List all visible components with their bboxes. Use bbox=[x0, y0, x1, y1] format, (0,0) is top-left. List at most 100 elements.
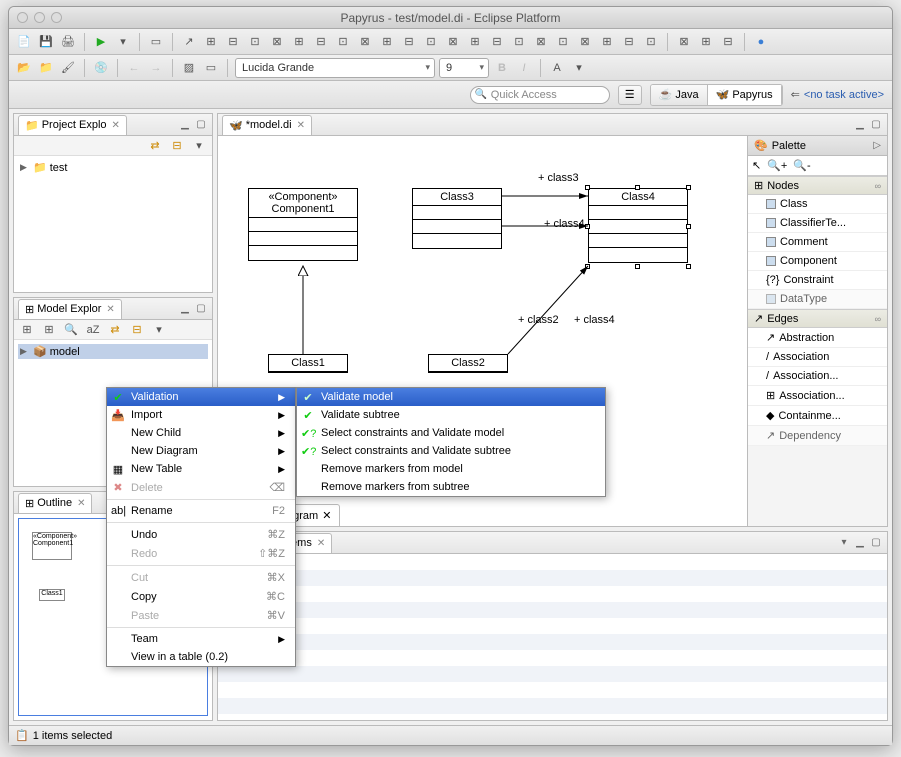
ctx-new-child[interactable]: New Child▶ bbox=[107, 424, 295, 442]
tool-icon[interactable]: ▾ bbox=[570, 59, 588, 77]
palette-item[interactable]: Comment bbox=[748, 233, 887, 252]
problems-table[interactable] bbox=[218, 554, 887, 720]
palette-item[interactable]: {?}Constraint bbox=[748, 271, 887, 290]
tool-icon[interactable]: ⊟ bbox=[620, 33, 638, 51]
palette-item[interactable]: ◆Containme... bbox=[748, 406, 887, 426]
line-color-icon[interactable]: ▭ bbox=[202, 59, 220, 77]
maximize-view-icon[interactable]: ▢ bbox=[194, 118, 208, 132]
view-menu-icon[interactable]: ▾ bbox=[837, 536, 851, 550]
palette-item[interactable]: DataType bbox=[748, 290, 887, 309]
ctx-remove-markers-subtree[interactable]: Remove markers from subtree bbox=[297, 478, 605, 496]
tool-icon[interactable]: ⊞ bbox=[466, 33, 484, 51]
uml-class4[interactable]: Class4 bbox=[588, 188, 688, 263]
ctx-new-table[interactable]: ▦New Table▶ bbox=[107, 460, 295, 478]
palette-item[interactable]: ↗Abstraction bbox=[748, 328, 887, 348]
tool-icon[interactable]: ↗ bbox=[180, 33, 198, 51]
ctx-import[interactable]: 📥Import▶ bbox=[107, 406, 295, 424]
ctx-delete[interactable]: ✖Delete⌫ bbox=[107, 478, 295, 497]
tool-icon[interactable]: ⊠ bbox=[532, 33, 550, 51]
collapse-icon[interactable]: ⊟ bbox=[128, 321, 146, 339]
palette-item[interactable]: Component bbox=[748, 252, 887, 271]
tool-icon[interactable]: ⊞ bbox=[40, 321, 58, 339]
expand-icon[interactable]: ▶ bbox=[20, 346, 30, 357]
ctx-copy[interactable]: Copy⌘C bbox=[107, 587, 295, 606]
tool-icon[interactable]: ⊠ bbox=[268, 33, 286, 51]
assoc-end-label[interactable]: + class2 bbox=[518, 314, 559, 326]
tool-icon[interactable]: ⊟ bbox=[400, 33, 418, 51]
ctx-paste[interactable]: Paste⌘V bbox=[107, 606, 295, 625]
run-external-icon[interactable]: ▾ bbox=[114, 33, 132, 51]
uml-class1[interactable]: Class1 bbox=[268, 354, 348, 373]
select-tool-icon[interactable]: ↖ bbox=[752, 159, 761, 172]
ctx-validate-subtree[interactable]: ✔Validate subtree bbox=[297, 406, 605, 424]
perspective-papyrus[interactable]: 🦋Papyrus bbox=[708, 85, 782, 105]
tool-icon[interactable]: ⊟ bbox=[488, 33, 506, 51]
collapse-all-icon[interactable]: ⊟ bbox=[168, 137, 186, 155]
brush-icon[interactable]: 🖌 bbox=[59, 59, 77, 77]
tool-icon[interactable]: ▭ bbox=[147, 33, 165, 51]
link-editor-icon[interactable]: ⇄ bbox=[146, 137, 164, 155]
expand-icon[interactable]: ▶ bbox=[20, 162, 30, 173]
fill-color-icon[interactable]: ▨ bbox=[180, 59, 198, 77]
tool-icon[interactable]: ⊡ bbox=[554, 33, 572, 51]
perspective-java[interactable]: ☕Java bbox=[651, 85, 708, 105]
ctx-team[interactable]: Team▶ bbox=[107, 630, 295, 648]
close-icon[interactable]: ✕ bbox=[297, 120, 305, 131]
palette-item[interactable]: /Association bbox=[748, 348, 887, 367]
editor-tab[interactable]: 🦋*model.di✕ bbox=[222, 115, 312, 135]
maximize-view-icon[interactable]: ▢ bbox=[194, 302, 208, 316]
tool-icon[interactable]: ⊞ bbox=[290, 33, 308, 51]
project-explorer-tab[interactable]: 📁Project Explo✕ bbox=[18, 115, 127, 135]
model-explorer-tab[interactable]: ⊞Model Explor✕ bbox=[18, 299, 122, 319]
ctx-select-validate-subtree[interactable]: ✔?Select constraints and Validate subtre… bbox=[297, 442, 605, 460]
minimize-view-icon[interactable]: ▁ bbox=[178, 302, 192, 316]
ctx-validation[interactable]: ✔Validation▶ bbox=[107, 388, 295, 406]
palette-item[interactable]: Class bbox=[748, 195, 887, 214]
link-editor-icon[interactable]: ⇄ bbox=[106, 321, 124, 339]
tool-icon[interactable]: ⊟ bbox=[312, 33, 330, 51]
font-family-combo[interactable]: Lucida Grande bbox=[235, 58, 435, 78]
project-explorer-tree[interactable]: ▶📁test bbox=[14, 156, 212, 292]
cd-icon[interactable]: 💿 bbox=[92, 59, 110, 77]
save-all-icon[interactable]: 🖨 bbox=[59, 33, 77, 51]
ctx-undo[interactable]: Undo⌘Z bbox=[107, 525, 295, 544]
tool-icon[interactable]: ⊡ bbox=[334, 33, 352, 51]
close-icon[interactable]: ✕ bbox=[322, 509, 331, 522]
maximize-view-icon[interactable]: ▢ bbox=[869, 536, 883, 550]
bold-icon[interactable]: B bbox=[493, 59, 511, 77]
tree-item-model[interactable]: ▶📦model bbox=[18, 344, 208, 359]
outline-tab[interactable]: ⊞Outline✕ bbox=[18, 493, 92, 513]
italic-icon[interactable]: I bbox=[515, 59, 533, 77]
palette-item[interactable]: /Association... bbox=[748, 367, 887, 386]
ctx-rename[interactable]: ab|RenameF2 bbox=[107, 502, 295, 520]
palette-item[interactable]: ClassifierTe... bbox=[748, 214, 887, 233]
minimize-view-icon[interactable]: ▁ bbox=[853, 536, 867, 550]
palette-item[interactable]: ↗Dependency bbox=[748, 426, 887, 446]
close-icon[interactable]: ✕ bbox=[112, 120, 120, 131]
font-color-icon[interactable]: A bbox=[548, 59, 566, 77]
minimize-view-icon[interactable]: ▁ bbox=[853, 118, 867, 132]
tool-icon[interactable]: ⊡ bbox=[422, 33, 440, 51]
open-icon[interactable]: 📂 bbox=[15, 59, 33, 77]
uml-class3[interactable]: Class3 bbox=[412, 188, 502, 249]
ctx-redo[interactable]: Redo⇧⌘Z bbox=[107, 544, 295, 563]
tool-icon[interactable]: ⊠ bbox=[576, 33, 594, 51]
task-active-link[interactable]: <no task active> bbox=[791, 88, 884, 101]
close-icon[interactable]: ✕ bbox=[317, 538, 325, 549]
tool-icon[interactable]: ⊟ bbox=[719, 33, 737, 51]
save-icon[interactable]: 💾 bbox=[37, 33, 55, 51]
ctx-validate-model[interactable]: ✔Validate model bbox=[297, 388, 605, 406]
font-size-combo[interactable]: 9 bbox=[439, 58, 489, 78]
palette-category-edges[interactable]: ↗Edges∞ bbox=[748, 309, 887, 328]
view-menu-icon[interactable]: ▾ bbox=[190, 137, 208, 155]
sort-icon[interactable]: aZ bbox=[84, 321, 102, 339]
palette-item[interactable]: ⊞Association... bbox=[748, 386, 887, 406]
minimize-view-icon[interactable]: ▁ bbox=[178, 118, 192, 132]
tool-icon[interactable]: ⊠ bbox=[356, 33, 374, 51]
palette-header[interactable]: 🎨Palette▷ bbox=[748, 136, 887, 156]
ctx-remove-markers-model[interactable]: Remove markers from model bbox=[297, 460, 605, 478]
zoom-in-icon[interactable]: 🔍+ bbox=[767, 159, 787, 172]
tool-icon[interactable]: ⊞ bbox=[378, 33, 396, 51]
tool-icon[interactable]: ⊡ bbox=[642, 33, 660, 51]
zoom-out-icon[interactable]: 🔍- bbox=[793, 159, 810, 172]
